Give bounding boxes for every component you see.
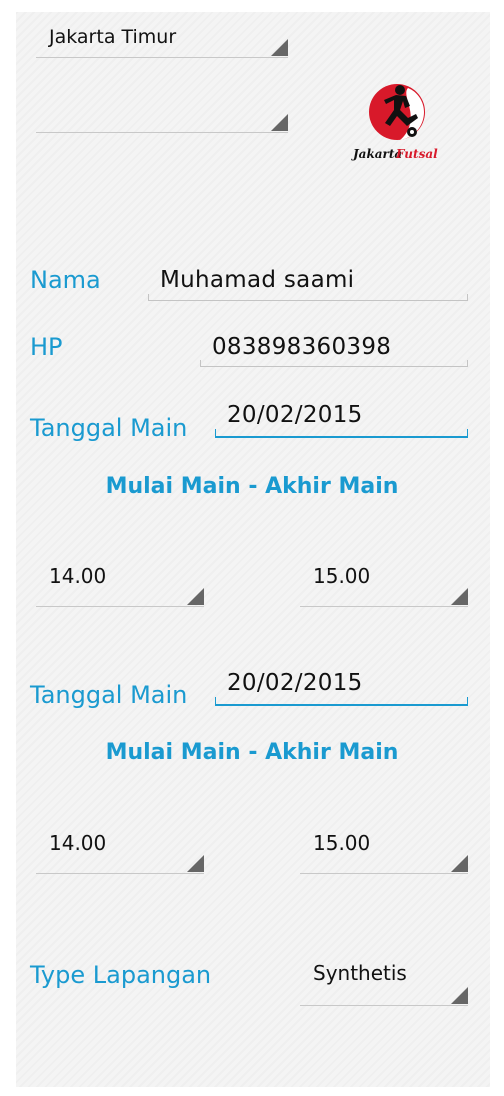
nama-input-value: Muhamad saami	[160, 267, 355, 293]
subregion-spinner[interactable]	[36, 100, 288, 133]
end-time-spinner-1[interactable]: 15.00	[300, 562, 468, 607]
tanggal-main-input-1[interactable]: 20/02/2015	[215, 398, 468, 438]
end-time-value-2: 15.00	[313, 831, 371, 855]
tanggal-main-label-1: Tanggal Main	[30, 414, 188, 442]
nama-label: Nama	[30, 266, 101, 294]
nama-input[interactable]: Muhamad saami	[148, 262, 468, 301]
dropdown-triangle-icon	[271, 39, 288, 56]
form-panel	[16, 12, 490, 1087]
dropdown-triangle-icon	[271, 114, 288, 131]
start-time-value-2: 14.00	[49, 831, 107, 855]
dropdown-triangle-icon	[451, 855, 468, 872]
time-range-heading-1: Mulai Main - Akhir Main	[105, 474, 399, 499]
dropdown-triangle-icon	[187, 855, 204, 872]
screen: Jakarta Timur Jakarta Futsal Nama Muhama…	[0, 0, 504, 1096]
logo-text-futsal: Futsal	[395, 147, 438, 161]
tanggal-main-value-2: 20/02/2015	[227, 670, 363, 696]
region-spinner[interactable]: Jakarta Timur	[36, 26, 288, 58]
jakarta-futsal-logo: Jakarta Futsal	[351, 84, 438, 161]
tanggal-main-input-2[interactable]: 20/02/2015	[215, 666, 468, 706]
time-range-heading-2: Mulai Main - Akhir Main	[105, 740, 399, 765]
tanggal-main-label-2: Tanggal Main	[30, 681, 188, 709]
logo-text-jakarta: Jakarta	[351, 147, 402, 161]
hp-input-value: 083898360398	[212, 334, 392, 360]
dropdown-triangle-icon	[451, 588, 468, 605]
hp-label: HP	[30, 333, 63, 361]
dropdown-triangle-icon	[187, 588, 204, 605]
hp-input[interactable]: 083898360398	[200, 330, 468, 367]
tanggal-main-value-1: 20/02/2015	[227, 402, 363, 428]
end-time-value-1: 15.00	[313, 564, 371, 588]
end-time-spinner-2[interactable]: 15.00	[300, 829, 468, 874]
type-lapangan-value: Synthetis	[313, 961, 407, 985]
region-spinner-value: Jakarta Timur	[49, 26, 177, 48]
dropdown-triangle-icon	[451, 987, 468, 1004]
start-time-spinner-1[interactable]: 14.00	[36, 562, 204, 607]
start-time-spinner-2[interactable]: 14.00	[36, 829, 204, 874]
type-lapangan-label: Type Lapangan	[30, 961, 212, 989]
start-time-value-1: 14.00	[49, 564, 107, 588]
type-lapangan-spinner[interactable]: Synthetis	[300, 961, 468, 1006]
